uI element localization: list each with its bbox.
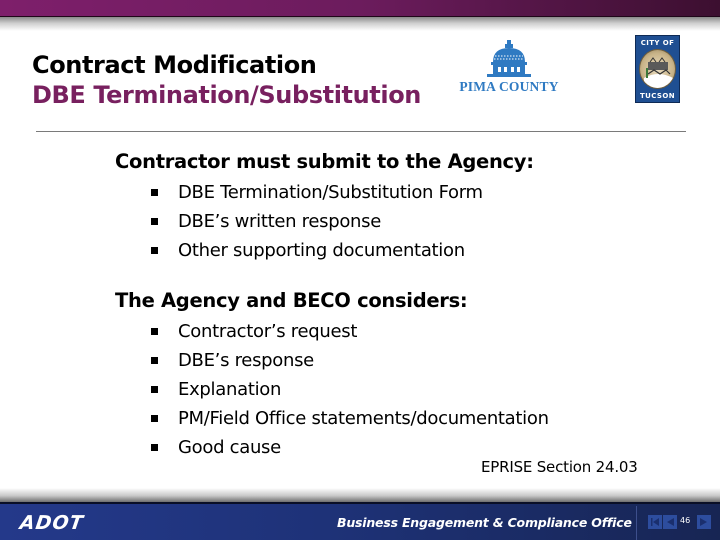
- agency-considerations-list: Contractor’s request DBE’s response Expl…: [151, 317, 549, 462]
- section-heading-agency: The Agency and BECO considers:: [115, 289, 468, 312]
- title-divider: [36, 131, 686, 132]
- square-bullet-icon: [151, 189, 158, 196]
- list-item: DBE’s written response: [151, 207, 483, 236]
- top-bar-shadow: [0, 17, 720, 31]
- list-item-text: DBE Termination/Substitution Form: [178, 182, 483, 203]
- list-item: Contractor’s request: [151, 317, 549, 346]
- square-bullet-icon: [151, 247, 158, 254]
- list-item-text: Good cause: [178, 437, 281, 458]
- footer-office-name: Business Engagement & Compliance Office: [337, 515, 632, 530]
- square-bullet-icon: [151, 444, 158, 451]
- square-bullet-icon: [151, 386, 158, 393]
- city-of-tucson-logo: CITY OF TUCSON: [635, 35, 680, 103]
- next-slide-button[interactable]: [697, 515, 711, 529]
- square-bullet-icon: [151, 415, 158, 422]
- list-item-text: PM/Field Office statements/documentation: [178, 408, 549, 429]
- previous-icon: [667, 518, 674, 526]
- list-item-text: DBE’s response: [178, 350, 314, 371]
- top-accent-bar: [0, 0, 720, 17]
- list-item: DBE Termination/Substitution Form: [151, 178, 483, 207]
- list-item-text: Other supporting documentation: [178, 240, 465, 261]
- square-bullet-icon: [151, 357, 158, 364]
- first-slide-button[interactable]: [648, 515, 662, 529]
- footer-shadow: [0, 488, 720, 502]
- title-main: Contract Modification: [32, 51, 317, 79]
- list-item: Other supporting documentation: [151, 236, 483, 265]
- list-item-text: DBE’s written response: [178, 211, 382, 232]
- square-bullet-icon: [151, 218, 158, 225]
- list-item: Explanation: [151, 375, 549, 404]
- slide-title: Contract Modification DBE Termination/Su…: [32, 50, 421, 110]
- adot-logo: ADOT: [18, 512, 86, 534]
- list-item-text: Explanation: [178, 379, 282, 400]
- title-subtitle: DBE Termination/Substitution: [32, 81, 421, 109]
- skip-to-first-icon: [651, 518, 659, 526]
- courthouse-dome-icon: [487, 40, 531, 77]
- list-item: PM/Field Office statements/documentation: [151, 404, 549, 433]
- slide-footer: ADOT Business Engagement & Compliance Of…: [0, 502, 720, 540]
- next-icon: [700, 518, 707, 526]
- tucson-logo-top-text: CITY OF: [640, 39, 675, 47]
- city-seal-icon: [639, 49, 676, 89]
- previous-slide-button[interactable]: [663, 515, 677, 529]
- footer-separator: [636, 506, 637, 540]
- square-bullet-icon: [151, 328, 158, 335]
- list-item-text: Contractor’s request: [178, 321, 358, 342]
- page-number: 46: [680, 516, 691, 525]
- pima-county-logo: PIMA COUNTY: [457, 40, 561, 96]
- pima-county-logo-text: PIMA COUNTY: [459, 79, 559, 94]
- section-heading-contractor: Contractor must submit to the Agency:: [115, 150, 534, 173]
- section-citation: EPRISE Section 24.03: [481, 458, 638, 476]
- list-item: DBE’s response: [151, 346, 549, 375]
- contractor-submission-list: DBE Termination/Substitution Form DBE’s …: [151, 178, 483, 265]
- tucson-logo-bottom-text: TUCSON: [640, 92, 675, 100]
